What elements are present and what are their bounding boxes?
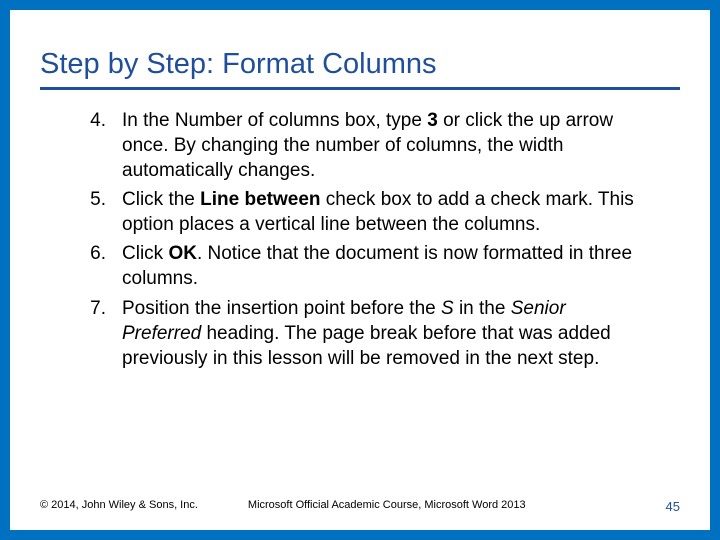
step-text: Click OK. Notice that the document is no… (122, 241, 640, 291)
step-text: Position the insertion point before the … (122, 296, 640, 371)
step-text: In the Number of columns box, type 3 or … (122, 108, 640, 183)
slide-frame: Step by Step: Format Columns 4. In the N… (0, 0, 720, 540)
slide-title: Step by Step: Format Columns (40, 48, 680, 90)
step-number: 7. (80, 296, 122, 371)
step-list: 4. In the Number of columns box, type 3 … (40, 108, 680, 371)
step-item: 7. Position the insertion point before t… (80, 296, 640, 371)
footer-copyright: © 2014, John Wiley & Sons, Inc. (40, 499, 248, 514)
step-number: 4. (80, 108, 122, 183)
step-item: 4. In the Number of columns box, type 3 … (80, 108, 640, 183)
step-number: 6. (80, 241, 122, 291)
slide-body: Step by Step: Format Columns 4. In the N… (10, 10, 710, 530)
slide-footer: © 2014, John Wiley & Sons, Inc. Microsof… (40, 499, 680, 514)
step-text: Click the Line between check box to add … (122, 187, 640, 237)
footer-page: 45 (666, 499, 680, 514)
step-item: 6. Click OK. Notice that the document is… (80, 241, 640, 291)
step-number: 5. (80, 187, 122, 237)
step-item: 5. Click the Line between check box to a… (80, 187, 640, 237)
footer-center: Microsoft Official Academic Course, Micr… (248, 499, 666, 514)
